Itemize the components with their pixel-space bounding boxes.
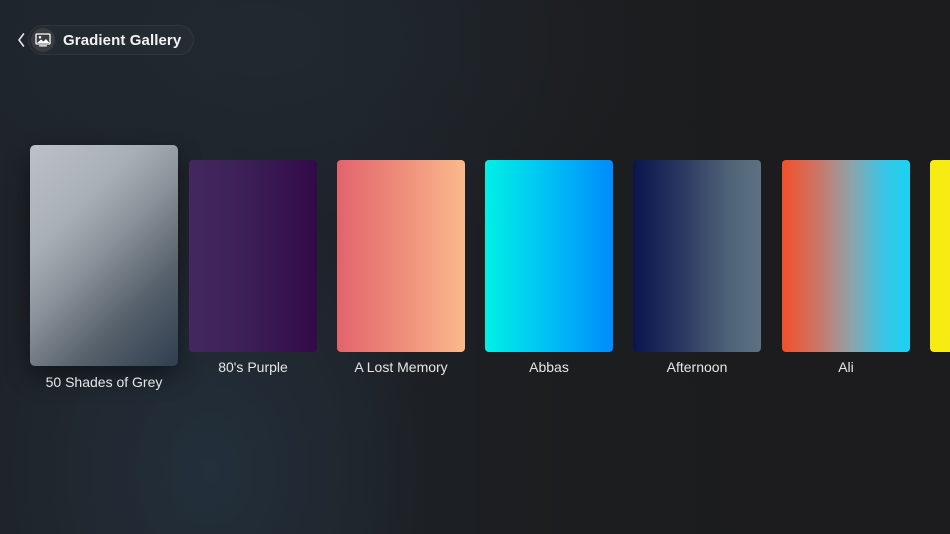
photo-gallery-icon bbox=[31, 28, 55, 52]
gradient-swatch bbox=[189, 160, 317, 352]
gradient-card-a-lost-memory[interactable]: A Lost Memory bbox=[337, 160, 465, 375]
gradient-swatch bbox=[930, 160, 950, 352]
gradient-card-label: Abbas bbox=[529, 359, 569, 375]
gradient-swatch bbox=[782, 160, 910, 352]
page-title: Gradient Gallery bbox=[63, 31, 182, 49]
gradient-swatch bbox=[633, 160, 761, 352]
gradient-card-80s-purple[interactable]: 80's Purple bbox=[189, 160, 317, 375]
gradient-card-afternoon[interactable]: Afternoon bbox=[633, 160, 761, 375]
gradient-card-ali[interactable]: Ali bbox=[782, 160, 910, 375]
back-button[interactable] bbox=[14, 25, 28, 55]
gradient-card-abbas[interactable]: Abbas bbox=[485, 160, 613, 375]
gradient-swatch bbox=[337, 160, 465, 352]
gradient-swatch bbox=[485, 160, 613, 352]
gradient-card-label: 80's Purple bbox=[218, 359, 288, 375]
top-nav: Gradient Gallery bbox=[12, 25, 195, 55]
gradient-card-label: 50 Shades of Grey bbox=[45, 374, 163, 390]
gradient-card-label: Afternoon bbox=[666, 359, 728, 375]
chevron-left-icon bbox=[18, 33, 25, 47]
gradient-card-partial[interactable] bbox=[930, 160, 950, 352]
gradient-swatch bbox=[30, 145, 178, 366]
gradient-card-label: Ali bbox=[838, 359, 854, 375]
app-title-pill[interactable]: Gradient Gallery bbox=[28, 25, 195, 55]
gradient-card-label: A Lost Memory bbox=[354, 359, 448, 375]
gradient-card-50-shades-of-grey[interactable]: 50 Shades of Grey bbox=[30, 145, 178, 390]
